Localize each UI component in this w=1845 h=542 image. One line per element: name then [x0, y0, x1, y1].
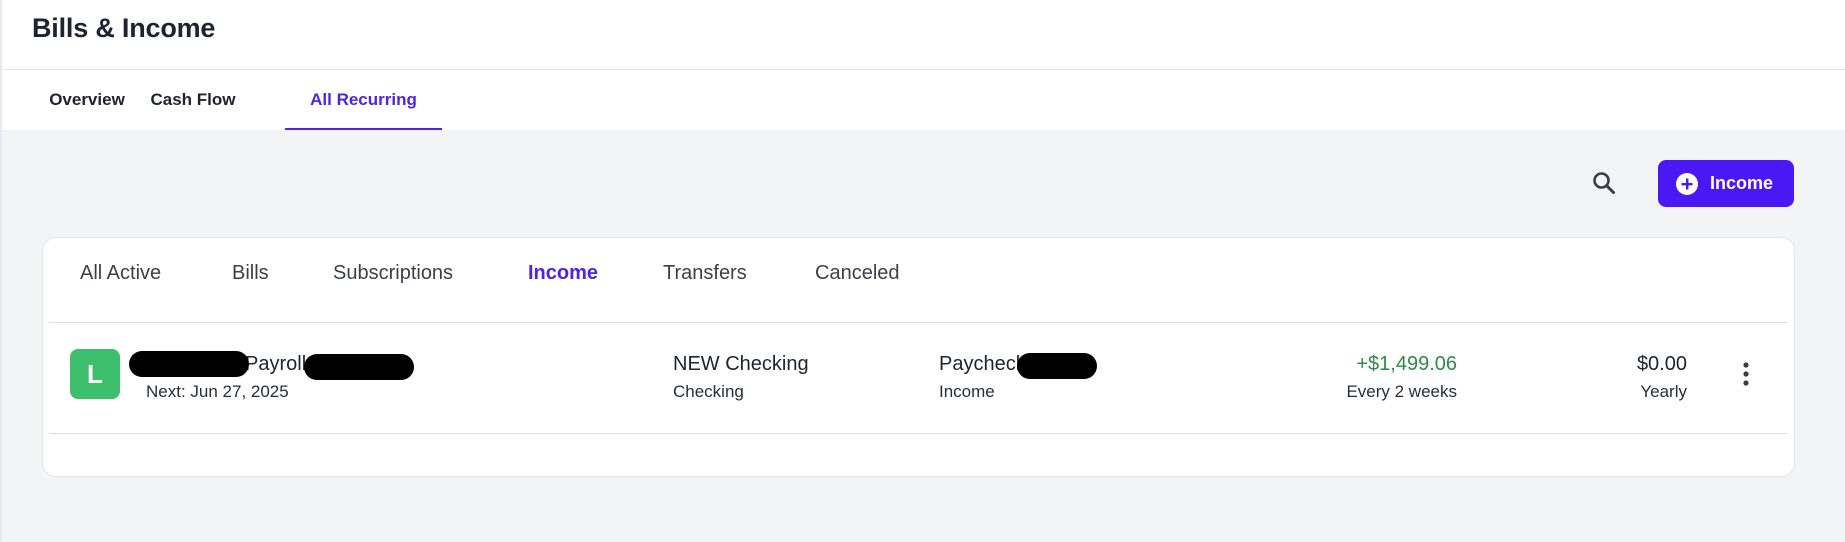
page-title: Bills & Income — [32, 13, 216, 43]
filter-bills[interactable]: Bills — [232, 262, 269, 285]
plus-circle-icon — [1676, 172, 1698, 195]
row-frequency: Every 2 weeks — [1346, 382, 1457, 401]
recurring-card: All Active Bills Subscriptions Income Tr… — [42, 237, 1795, 477]
filter-canceled[interactable]: Canceled — [815, 262, 900, 285]
filter-transfers[interactable]: Transfers — [663, 262, 747, 285]
search-icon — [1593, 172, 1615, 194]
filter-subscriptions[interactable]: Subscriptions — [333, 262, 453, 285]
row-category: Paycheck — [939, 353, 1026, 375]
add-income-button[interactable]: Income — [1658, 160, 1794, 207]
more-options-button[interactable] — [1736, 359, 1756, 389]
add-income-label: Income — [1710, 173, 1774, 193]
filter-income[interactable]: Income — [528, 262, 598, 285]
row-next-date: Next: Jun 27, 2025 — [146, 382, 289, 401]
row-category-type: Income — [939, 382, 995, 401]
more-vertical-icon — [1743, 362, 1749, 386]
main-content: Income All Active Bills Subscriptions In… — [2, 130, 1845, 542]
row-account: NEW Checking — [673, 353, 809, 375]
row-name: Payroll — [245, 353, 307, 375]
redaction-mark — [1017, 353, 1097, 379]
redaction-mark — [129, 351, 249, 377]
row-amount: +$1,499.06 — [1356, 353, 1457, 375]
tab-cash-flow[interactable]: Cash Flow — [148, 70, 238, 130]
nav-tabs: Overview Cash Flow All Recurring — [2, 70, 1845, 130]
filter-all-active[interactable]: All Active — [80, 262, 161, 285]
search-button[interactable] — [1589, 168, 1619, 198]
row-yearly-amount: $0.00 — [1636, 353, 1687, 375]
avatar: L — [70, 349, 120, 399]
divider — [49, 433, 1788, 434]
page-header: Bills & Income — [2, 0, 1845, 70]
table-row[interactable]: L Payroll Next: Jun 27, 2025 NEW Checkin… — [49, 323, 1788, 433]
row-yearly-label: Yearly — [1640, 382, 1687, 401]
tab-overview[interactable]: Overview — [44, 70, 130, 130]
tab-all-recurring[interactable]: All Recurring — [285, 70, 442, 130]
row-account-type: Checking — [673, 382, 744, 401]
redaction-mark — [304, 354, 414, 380]
